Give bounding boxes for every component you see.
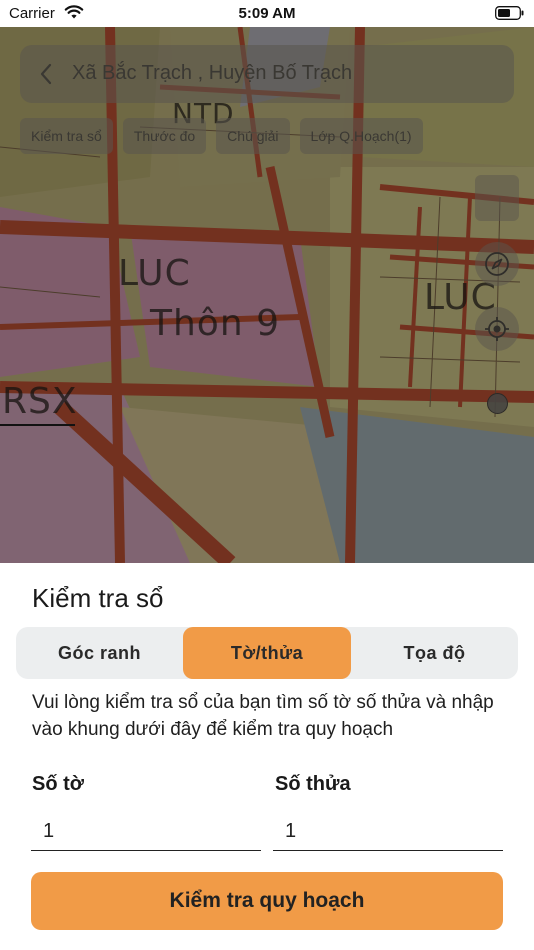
zone-label-thon9: Thôn 9 xyxy=(150,303,280,344)
so-thua-input[interactable] xyxy=(273,813,503,851)
planning-map[interactable]: LUC Thôn 9 LUC RSX NTD Xã Bắc Trạch , Hu… xyxy=(0,27,534,563)
chip-thuoc-do[interactable]: Thước đo xyxy=(122,118,207,154)
tab-toa-do[interactable]: Tọa độ xyxy=(351,627,518,679)
check-planning-button[interactable]: Kiểm tra quy hoạch xyxy=(31,872,503,930)
compass-icon[interactable] xyxy=(475,242,519,286)
zone-label-luc-left: LUC xyxy=(118,253,191,294)
status-bar: Carrier 5:09 AM xyxy=(0,0,534,27)
battery-icon xyxy=(495,6,525,25)
chevron-left-icon[interactable] xyxy=(38,62,54,91)
location-bar[interactable]: Xã Bắc Trạch , Huyện Bố Trạch xyxy=(20,45,514,103)
zone-label-rsx: RSX xyxy=(2,381,78,422)
mode-segmented-control: Góc ranh Tờ/thửa Tọa độ xyxy=(16,627,518,679)
crosshair-icon[interactable] xyxy=(475,307,519,351)
chip-kiem-tra-so[interactable]: Kiểm tra sổ xyxy=(20,118,113,154)
chip-chu-giai[interactable]: Chú giải xyxy=(216,118,290,154)
sheet-title: Kiểm tra sổ xyxy=(32,583,164,613)
check-book-sheet: Kiểm tra sổ Góc ranh Tờ/thửa Tọa độ Vui … xyxy=(0,563,534,950)
opacity-slider-handle[interactable] xyxy=(487,393,508,414)
so-to-input[interactable] xyxy=(31,813,261,851)
chip-lop-quy-hoach[interactable]: Lớp Q.Hoạch(1) xyxy=(299,118,423,154)
map-toolbar: Kiểm tra sổ Thước đo Chú giải Lớp Q.Hoạc… xyxy=(20,118,423,154)
location-title: Xã Bắc Trạch , Huyện Bố Trạch xyxy=(72,62,353,84)
instructions-text: Vui lòng kiểm tra sổ của bạn tìm số tờ s… xyxy=(32,692,494,740)
so-to-label: Số tờ xyxy=(32,773,84,795)
tab-goc-ranh[interactable]: Góc ranh xyxy=(16,627,183,679)
clock: 5:09 AM xyxy=(238,5,296,22)
tab-to-thua[interactable]: Tờ/thửa xyxy=(183,627,351,679)
layers-icon[interactable] xyxy=(475,175,519,221)
so-thua-label: Số thửa xyxy=(275,773,351,795)
